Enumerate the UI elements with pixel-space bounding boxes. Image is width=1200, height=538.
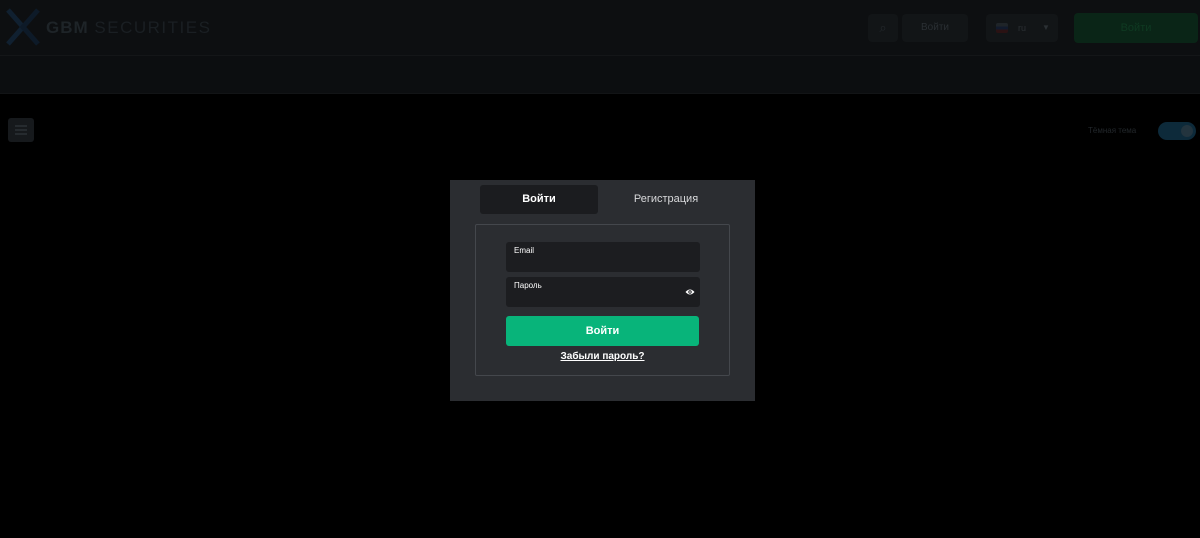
theme-toggle[interactable]: [1158, 122, 1196, 140]
tab-login[interactable]: Войти: [480, 185, 598, 214]
hamburger-line: [15, 129, 27, 131]
toggle-knob: [1181, 125, 1193, 137]
email-field[interactable]: Email: [506, 242, 700, 272]
logo-thin-text: SECURITIES: [94, 18, 212, 37]
forgot-password-link[interactable]: Забыли пароль?: [476, 351, 729, 362]
logo-icon: [6, 8, 40, 46]
hamburger-line: [15, 133, 27, 135]
eye-icon[interactable]: [685, 288, 695, 296]
menu-button[interactable]: [8, 118, 34, 142]
search-icon: ⌕: [879, 20, 887, 35]
password-input[interactable]: [513, 291, 678, 304]
logo-bold-text: GBM: [46, 18, 89, 37]
header-primary-button[interactable]: Войти: [1074, 13, 1198, 43]
password-field[interactable]: Пароль: [506, 277, 700, 307]
login-form: Email Пароль Войти Забыли пароль?: [475, 224, 730, 376]
chevron-down-icon: ▼: [1042, 23, 1050, 32]
auth-modal: Войти Регистрация Email Пароль Войти Заб…: [450, 180, 755, 401]
password-label: Пароль: [514, 281, 542, 290]
header-login-link[interactable]: Войти: [902, 14, 968, 42]
tab-register[interactable]: Регистрация: [606, 185, 726, 214]
hamburger-menu-icon: [15, 125, 27, 127]
search-button[interactable]: ⌕: [868, 14, 898, 42]
language-select[interactable]: ru ▼: [986, 14, 1058, 42]
secondary-bar: Тёмная тема: [0, 56, 1200, 142]
top-navigation-bar: GBM SECURITIES ⌕ Войти ru ▼ Войти: [0, 0, 1200, 56]
theme-label: Тёмная тема: [1088, 126, 1137, 135]
email-label: Email: [514, 246, 535, 255]
russia-flag-icon: [996, 23, 1008, 33]
login-submit-button[interactable]: Войти: [506, 316, 699, 346]
logo-text: GBM SECURITIES: [46, 18, 211, 38]
email-input[interactable]: [513, 256, 678, 269]
language-code: ru: [1018, 23, 1027, 33]
